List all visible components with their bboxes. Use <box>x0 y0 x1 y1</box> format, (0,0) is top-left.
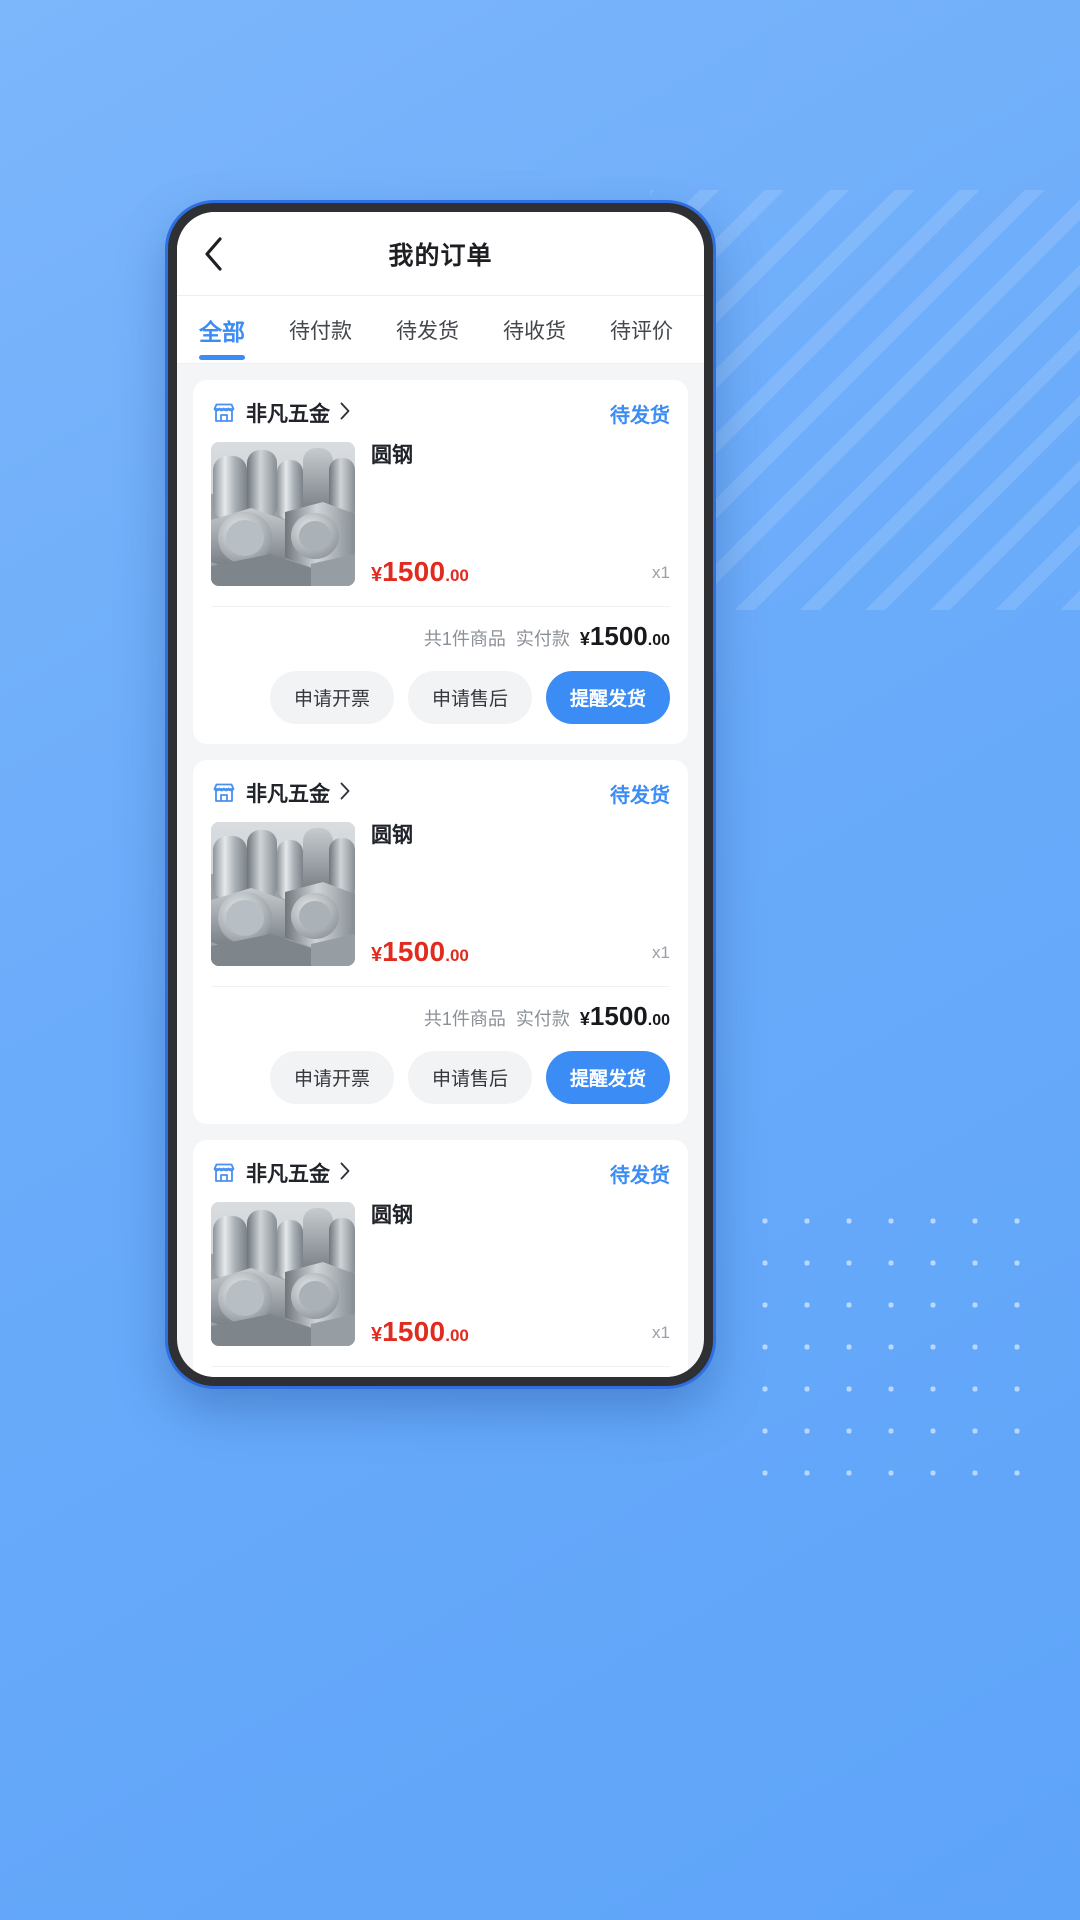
item-count: 共1件商品 <box>423 629 506 649</box>
tab-3[interactable]: 待收货 <box>481 296 588 363</box>
order-card-header: 非凡五金 待发货 <box>211 778 670 808</box>
product-image <box>211 822 355 966</box>
product-image <box>211 1202 355 1346</box>
order-card[interactable]: 非凡五金待发货圆钢¥1500.00x1共1件商品实付款¥1500.00申请开票申… <box>193 760 688 1124</box>
chevron-right-icon <box>339 401 351 426</box>
order-card-header: 非凡五金 待发货 <box>211 1158 670 1188</box>
total-decimal: .00 <box>647 1012 670 1029</box>
paid-label: 实付款 <box>515 1009 570 1029</box>
background-diagonal-stripes <box>650 190 1080 610</box>
paid-label: 实付款 <box>515 629 570 649</box>
tab-5[interactable]: 退款/售后 <box>695 296 704 363</box>
product-price: ¥1500.00 <box>371 558 469 586</box>
product-info: 圆钢 ¥1500.00 x1 <box>371 442 670 586</box>
shop-link[interactable]: 非凡五金 <box>211 1158 351 1188</box>
store-icon <box>211 780 237 806</box>
product-price-row: ¥1500.00 x1 <box>371 558 670 586</box>
price-integer: 1500 <box>382 936 446 967</box>
total-decimal: .00 <box>647 632 670 649</box>
store-icon <box>211 400 237 426</box>
product-info: 圆钢 ¥1500.00 x1 <box>371 822 670 966</box>
shop-name: 非凡五金 <box>246 1163 330 1186</box>
shop-link[interactable]: 非凡五金 <box>211 398 351 428</box>
product-info: 圆钢 ¥1500.00 x1 <box>371 1202 670 1346</box>
store-icon <box>211 1160 237 1186</box>
action-button-2[interactable]: 提醒发货 <box>545 1051 670 1104</box>
price-decimal: .00 <box>445 566 469 585</box>
navigation-bar: 我的订单 <box>177 212 704 296</box>
tab-4[interactable]: 待评价 <box>588 296 695 363</box>
action-button-1[interactable]: 申请售后 <box>407 1051 532 1104</box>
item-count: 共1件商品 <box>423 1009 506 1029</box>
shop-name: 非凡五金 <box>246 783 330 806</box>
page-title: 我的订单 <box>388 241 493 270</box>
currency-symbol: ¥ <box>371 1324 383 1346</box>
price-decimal: .00 <box>445 1326 469 1345</box>
order-card[interactable]: 非凡五金待发货圆钢¥1500.00x1共1件商品实付款¥1500.00申请开票申… <box>193 380 688 744</box>
chevron-right-icon <box>339 781 351 806</box>
currency-symbol: ¥ <box>371 944 383 966</box>
order-card-header: 非凡五金 待发货 <box>211 398 670 428</box>
order-summary: 共1件商品实付款 ¥1500.00 <box>211 607 670 651</box>
product-row[interactable]: 圆钢 ¥1500.00 x1 <box>211 1202 670 1346</box>
shop-name: 非凡五金 <box>246 403 330 426</box>
order-summary: 共1件商品实付款¥1500.00 <box>211 1367 670 1377</box>
product-thumbnail[interactable] <box>211 822 355 966</box>
product-price-row: ¥1500.00 x1 <box>371 938 670 966</box>
price-integer: 1500 <box>382 1316 446 1347</box>
product-price: ¥1500.00 <box>371 1318 469 1346</box>
product-title: 圆钢 <box>371 444 413 467</box>
order-actions: 申请开票 申请售后 提醒发货 <box>211 671 670 724</box>
total-currency-symbol: ¥ <box>579 1009 590 1029</box>
order-actions: 申请开票 申请售后 提醒发货 <box>211 1051 670 1104</box>
product-image <box>211 442 355 586</box>
chevron-left-icon <box>202 236 224 272</box>
action-button-0[interactable]: 申请开票 <box>269 1051 394 1104</box>
tab-0[interactable]: 全部 <box>177 296 267 363</box>
product-row[interactable]: 圆钢 ¥1500.00 x1 <box>211 822 670 966</box>
back-button[interactable] <box>191 232 235 276</box>
price-decimal: .00 <box>445 946 469 965</box>
product-thumbnail[interactable] <box>211 442 355 586</box>
total-currency-symbol: ¥ <box>579 629 590 649</box>
phone-screen: 我的订单 全部待付款待发货待收货待评价退款/售后 非凡五金待发货圆钢¥1500.… <box>177 212 704 1377</box>
product-price-row: ¥1500.00 x1 <box>371 1318 670 1346</box>
status-badge: 待发货 <box>610 404 670 427</box>
order-card[interactable]: 非凡五金待发货圆钢¥1500.00x1共1件商品实付款¥1500.00申请开票申… <box>193 1140 688 1377</box>
action-button-2[interactable]: 提醒发货 <box>545 671 670 724</box>
currency-symbol: ¥ <box>371 564 383 586</box>
tab-2[interactable]: 待发货 <box>374 296 481 363</box>
action-button-1[interactable]: 申请售后 <box>407 671 532 724</box>
product-quantity: x1 <box>652 563 670 582</box>
product-thumbnail[interactable] <box>211 1202 355 1346</box>
product-title: 圆钢 <box>371 1204 413 1227</box>
product-row[interactable]: 圆钢 ¥1500.00 x1 <box>211 442 670 586</box>
order-total: ¥1500.00 <box>580 1003 670 1029</box>
product-price: ¥1500.00 <box>371 938 469 966</box>
phone-frame: 我的订单 全部待付款待发货待收货待评价退款/售后 非凡五金待发货圆钢¥1500.… <box>168 203 713 1386</box>
product-title: 圆钢 <box>371 824 413 847</box>
order-summary: 共1件商品实付款 ¥1500.00 <box>211 987 670 1031</box>
background-dot-grid <box>744 1200 1044 1480</box>
total-integer: 1500 <box>589 1001 648 1031</box>
order-status-tabs[interactable]: 全部待付款待发货待收货待评价退款/售后 <box>177 296 704 364</box>
shop-link[interactable]: 非凡五金 <box>211 778 351 808</box>
price-integer: 1500 <box>382 556 446 587</box>
product-quantity: x1 <box>652 943 670 962</box>
action-button-0[interactable]: 申请开票 <box>269 671 394 724</box>
status-badge: 待发货 <box>610 784 670 807</box>
order-list[interactable]: 非凡五金 待发货 圆钢 ¥1500.00 x1 共1件商品 实付款 ¥1500.00 申请开票申… <box>177 364 704 1377</box>
product-quantity: x1 <box>652 1323 670 1342</box>
status-badge: 待发货 <box>610 1164 670 1187</box>
total-integer: 1500 <box>589 621 648 651</box>
tab-1[interactable]: 待付款 <box>267 296 374 363</box>
chevron-right-icon <box>339 1161 351 1186</box>
order-total: ¥1500.00 <box>580 623 670 649</box>
